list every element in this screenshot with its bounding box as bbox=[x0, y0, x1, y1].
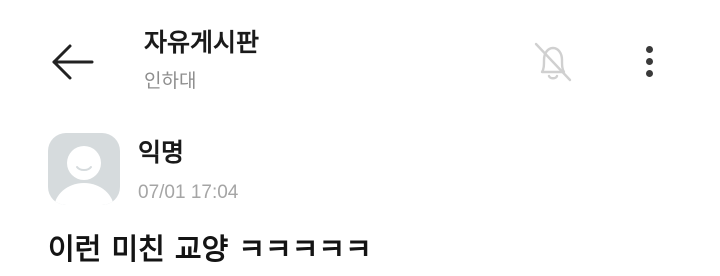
back-button[interactable] bbox=[44, 40, 100, 88]
school-name: 인하대 bbox=[144, 70, 197, 92]
author-name: 익명 bbox=[138, 138, 185, 167]
app-header: 자유게시판 인하대 bbox=[0, 0, 720, 120]
notification-toggle-button[interactable] bbox=[526, 36, 580, 90]
anonymous-avatar-icon bbox=[54, 146, 114, 205]
header-title-block: 자유게시판 인하대 bbox=[144, 26, 259, 94]
author-avatar bbox=[48, 133, 120, 205]
post-title: 이런 미친 교양 ㅋㅋㅋㅋㅋ bbox=[48, 232, 372, 266]
more-options-button[interactable] bbox=[630, 40, 670, 84]
bell-off-icon bbox=[534, 42, 572, 82]
board-title: 자유게시판 bbox=[144, 28, 260, 57]
post-timestamp: 07/01 17:04 bbox=[138, 182, 239, 203]
arrow-left-icon bbox=[52, 44, 94, 80]
